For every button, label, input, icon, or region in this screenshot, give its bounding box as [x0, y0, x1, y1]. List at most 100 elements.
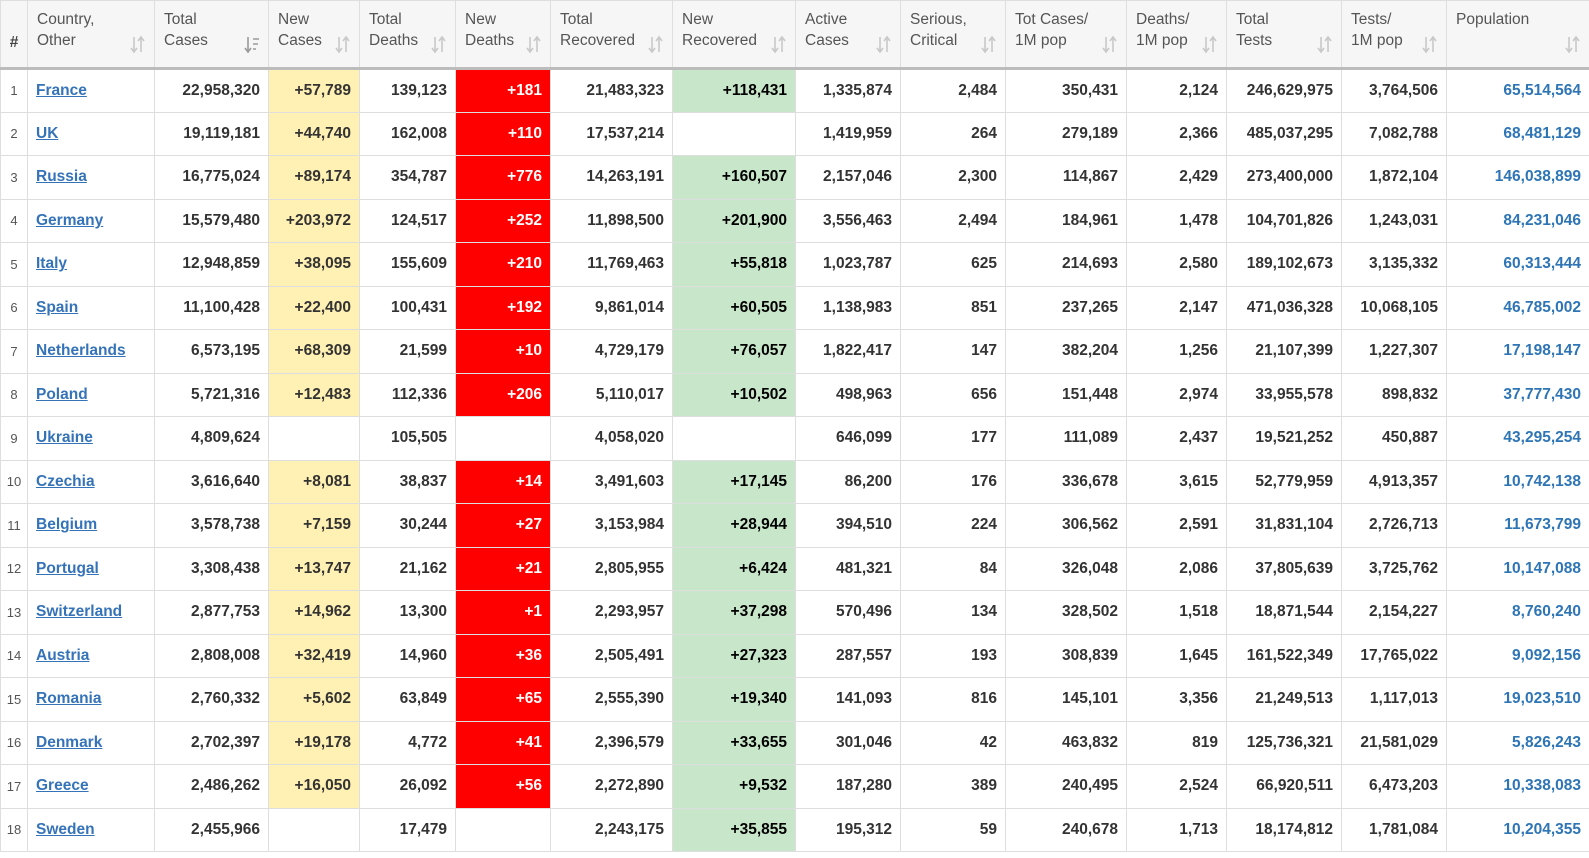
cell-population: 68,481,129: [1446, 111, 1589, 156]
country-link[interactable]: Czechia: [36, 473, 95, 490]
column-header-tests-per-1m[interactable]: Tests/1M pop: [1341, 0, 1447, 70]
column-header-new-cases[interactable]: New Cases: [268, 0, 360, 70]
cell-total-tests: 66,920,511: [1226, 764, 1342, 809]
cell-tests-per-1m: 3,764,506: [1341, 68, 1447, 113]
cell-tests-per-1m: 3,725,762: [1341, 546, 1447, 591]
cell-deaths-per-1m: 2,580: [1126, 242, 1227, 287]
cell-rank: 13: [0, 590, 28, 635]
population-value[interactable]: 5,826,243: [1512, 734, 1581, 751]
population-value[interactable]: 10,742,138: [1503, 473, 1581, 490]
population-value[interactable]: 46,785,002: [1503, 299, 1581, 316]
population-value[interactable]: 68,481,129: [1503, 125, 1581, 142]
cell-new-deaths: [455, 416, 551, 461]
cell-tests-per-1m: 1,117,013: [1341, 677, 1447, 722]
country-link[interactable]: Denmark: [36, 734, 102, 751]
population-value[interactable]: 17,198,147: [1503, 342, 1581, 359]
population-value[interactable]: 19,023,510: [1503, 690, 1581, 707]
sort-arrows-icon[interactable]: [981, 35, 997, 54]
population-value[interactable]: 65,514,564: [1503, 82, 1581, 99]
cell-new-deaths: +110: [455, 111, 551, 156]
cell-deaths-per-1m: 3,615: [1126, 459, 1227, 504]
column-header-active-cases[interactable]: Active Cases: [795, 0, 901, 70]
sort-arrows-icon[interactable]: [1422, 35, 1438, 54]
column-header-country[interactable]: Country, Other: [27, 0, 155, 70]
cell-total-deaths: 139,123: [359, 68, 456, 113]
population-value[interactable]: 146,038,899: [1495, 168, 1581, 185]
country-link[interactable]: Netherlands: [36, 342, 126, 359]
column-header-population[interactable]: Population: [1446, 0, 1589, 70]
cell-rank: 1: [0, 68, 28, 113]
cell-serious-critical: 816: [900, 677, 1006, 722]
table-row: 5 Italy 12,948,859 +38,095 155,609 +210 11,769…: [0, 242, 1589, 287]
population-value[interactable]: 9,092,156: [1512, 647, 1581, 664]
cell-total-deaths: 13,300: [359, 590, 456, 635]
country-link[interactable]: Austria: [36, 647, 89, 664]
country-link[interactable]: Spain: [36, 299, 78, 316]
sort-arrows-icon[interactable]: [1202, 35, 1218, 54]
population-value[interactable]: 11,673,799: [1504, 516, 1581, 533]
column-header-tot-cases-per-1m[interactable]: Tot Cases/1M pop: [1005, 0, 1127, 70]
country-link[interactable]: Russia: [36, 168, 87, 185]
column-header-total-recovered[interactable]: Total Recovered: [550, 0, 673, 70]
cell-tot-cases-per-1m: 111,089: [1005, 416, 1127, 461]
cell-new-cases: +19,178: [268, 720, 360, 765]
sort-descending-icon[interactable]: [244, 35, 260, 54]
column-header-new-recovered[interactable]: New Recovered: [672, 0, 796, 70]
column-header-new-deaths[interactable]: New Deaths: [455, 0, 551, 70]
sort-arrows-icon[interactable]: [648, 35, 664, 54]
population-value[interactable]: 8,760,240: [1512, 603, 1581, 620]
sort-arrows-icon[interactable]: [1102, 35, 1118, 54]
country-link[interactable]: Belgium: [36, 516, 97, 533]
sort-arrows-icon[interactable]: [526, 35, 542, 54]
covid-stats-table: # Country, Other Total Cases New Cases Total Dea…: [0, 0, 1589, 852]
population-value[interactable]: 10,338,083: [1503, 777, 1581, 794]
country-link[interactable]: Greece: [36, 777, 89, 794]
column-header-total-cases[interactable]: Total Cases: [154, 0, 269, 70]
country-link[interactable]: Sweden: [36, 821, 95, 838]
country-link[interactable]: Switzerland: [36, 603, 122, 620]
cell-country: UK: [27, 111, 155, 156]
population-value[interactable]: 84,231,046: [1503, 212, 1581, 229]
country-link[interactable]: UK: [36, 125, 58, 142]
cell-total-cases: 2,702,397: [154, 720, 269, 765]
country-link[interactable]: Ukraine: [36, 429, 93, 446]
country-link[interactable]: Portugal: [36, 560, 99, 577]
country-link[interactable]: Italy: [36, 255, 67, 272]
column-header-total-tests[interactable]: Total Tests: [1226, 0, 1342, 70]
column-header-total-deaths[interactable]: Total Deaths: [359, 0, 456, 70]
country-link[interactable]: Poland: [36, 386, 88, 403]
cell-deaths-per-1m: 2,124: [1126, 68, 1227, 113]
sort-arrows-icon[interactable]: [431, 35, 447, 54]
cell-tests-per-1m: 450,887: [1341, 416, 1447, 461]
population-value[interactable]: 37,777,430: [1503, 386, 1581, 403]
cell-new-cases: +32,419: [268, 633, 360, 678]
cell-new-recovered: +19,340: [672, 677, 796, 722]
column-header-serious-critical[interactable]: Serious, Critical: [900, 0, 1006, 70]
cell-total-tests: 18,174,812: [1226, 807, 1342, 852]
population-value[interactable]: 10,147,088: [1503, 560, 1581, 577]
column-header-label: 1M pop: [1015, 32, 1067, 49]
sort-arrows-icon[interactable]: [1565, 35, 1581, 54]
sort-arrows-icon[interactable]: [1317, 35, 1333, 54]
cell-total-cases: 3,616,640: [154, 459, 269, 504]
sort-arrows-icon[interactable]: [876, 35, 892, 54]
country-link[interactable]: Romania: [36, 690, 101, 707]
cell-total-cases: 12,948,859: [154, 242, 269, 287]
population-value[interactable]: 60,313,444: [1503, 255, 1581, 272]
population-value[interactable]: 43,295,254: [1503, 429, 1581, 446]
sort-arrows-icon[interactable]: [130, 35, 146, 54]
cell-tot-cases-per-1m: 184,961: [1005, 198, 1127, 243]
cell-tests-per-1m: 6,473,203: [1341, 764, 1447, 809]
population-value[interactable]: 10,204,355: [1503, 821, 1581, 838]
sort-arrows-icon[interactable]: [771, 35, 787, 54]
cell-active-cases: 481,321: [795, 546, 901, 591]
table-row: 11 Belgium 3,578,738 +7,159 30,244 +27 3,153,9…: [0, 503, 1589, 548]
cell-active-cases: 1,822,417: [795, 329, 901, 374]
column-header-label: Deaths/: [1136, 11, 1190, 28]
cell-tot-cases-per-1m: 463,832: [1005, 720, 1127, 765]
cell-new-deaths: +206: [455, 372, 551, 417]
country-link[interactable]: Germany: [36, 212, 103, 229]
country-link[interactable]: France: [36, 82, 87, 99]
sort-arrows-icon[interactable]: [335, 35, 351, 54]
column-header-deaths-per-1m[interactable]: Deaths/1M pop: [1126, 0, 1227, 70]
